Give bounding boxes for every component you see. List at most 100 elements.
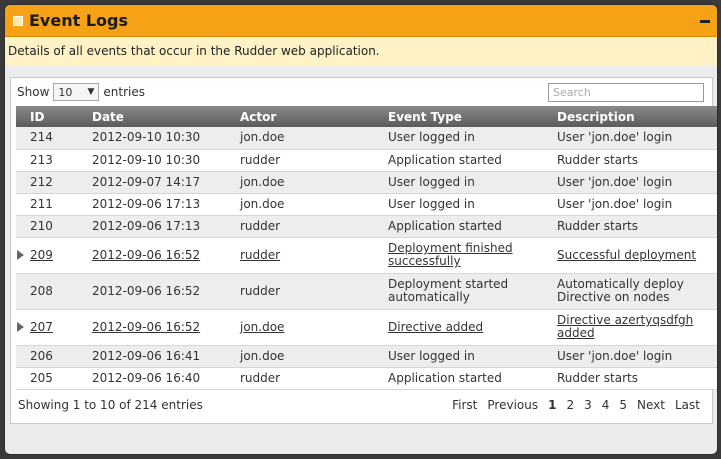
pagination-page-4[interactable]: 4 bbox=[597, 398, 615, 412]
cell-actor: jon.doe bbox=[240, 127, 388, 150]
table-row[interactable]: 209 2012-09-06 16:52 rudder Deployment fini… bbox=[16, 237, 717, 274]
cell-text: jon.doe bbox=[240, 348, 285, 363]
cell-text: 211 bbox=[30, 196, 53, 211]
triangle-right-icon[interactable] bbox=[17, 322, 24, 332]
table-header-row: ID Date Actor Event Type Description bbox=[16, 106, 717, 127]
table-row[interactable]: 207 2012-09-06 16:52 jon.doe Directive adde… bbox=[16, 309, 717, 346]
cell-text: User logged in bbox=[388, 130, 475, 145]
table-row: 212 2012-09-07 14:17 jon.doe User logged in… bbox=[16, 171, 717, 194]
bullet-icon bbox=[13, 15, 23, 26]
row-link[interactable]: rudder bbox=[240, 248, 280, 262]
cell-text: User 'jon.doe' login bbox=[557, 130, 673, 145]
cell-type: Directive added bbox=[388, 309, 557, 346]
pagination-page-1[interactable]: 1 bbox=[543, 398, 561, 412]
row-link[interactable]: Deployment finished successfully bbox=[388, 241, 513, 268]
cell-text: 2012-09-06 16:40 bbox=[92, 370, 201, 385]
cell-desc: Directive azertyqsdfgh added bbox=[557, 309, 717, 346]
cell-id: 213 bbox=[16, 149, 92, 172]
cell-date: 2012-09-06 16:52 bbox=[92, 273, 240, 310]
cell-date: 2012-09-06 16:40 bbox=[92, 367, 240, 390]
table-row: 211 2012-09-06 17:13 jon.doe User logged in… bbox=[16, 193, 717, 216]
cell-desc: Automatically deploy Directive on nodes bbox=[557, 273, 717, 310]
cell-text: 2012-09-06 16:52 bbox=[92, 283, 201, 298]
cell-id: 206 bbox=[16, 345, 92, 368]
table-row: 213 2012-09-10 10:30 rudder Application sta… bbox=[16, 149, 717, 172]
cell-text: User 'jon.doe' login bbox=[557, 196, 673, 211]
column-header-event-type[interactable]: Event Type bbox=[388, 106, 557, 127]
cell-type: Deployment started automatically bbox=[388, 273, 557, 310]
table-info: Showing 1 to 10 of 214 entries bbox=[18, 397, 203, 412]
length-control: Show 10 ▼ entries bbox=[17, 83, 145, 101]
column-header-id[interactable]: ID bbox=[16, 106, 92, 127]
cell-text: jon.doe bbox=[240, 196, 285, 211]
cell-desc: User 'jon.doe' login bbox=[557, 193, 717, 216]
cell-text: Application started bbox=[388, 218, 502, 233]
panel-description: Details of all events that occur in the … bbox=[5, 37, 717, 65]
entries-select[interactable]: 10 ▼ bbox=[53, 83, 100, 101]
cell-text: 205 bbox=[30, 370, 53, 385]
cell-type: Application started bbox=[388, 215, 557, 238]
cell-text: rudder bbox=[240, 218, 281, 233]
cell-id: 208 bbox=[16, 273, 92, 310]
cell-text: 2012-09-06 16:41 bbox=[92, 348, 201, 363]
event-log-table-container: Show 10 ▼ entries ID Date Actor Event Ty… bbox=[10, 77, 717, 424]
table-row: 210 2012-09-06 17:13 rudder Application sta… bbox=[16, 215, 717, 238]
row-link[interactable]: 209 bbox=[30, 248, 53, 262]
panel-title: Event Logs bbox=[29, 11, 128, 30]
cell-text: 2012-09-07 14:17 bbox=[92, 174, 201, 189]
pagination-previous[interactable]: Previous bbox=[482, 398, 543, 412]
row-link[interactable]: 207 bbox=[30, 320, 53, 334]
pagination-first[interactable]: First bbox=[447, 398, 482, 412]
pagination-page-5[interactable]: 5 bbox=[614, 398, 632, 412]
cell-id: 209 bbox=[16, 237, 92, 274]
cell-text: Rudder starts bbox=[557, 370, 638, 385]
row-link[interactable]: jon.doe bbox=[240, 320, 284, 334]
pagination-page-3[interactable]: 3 bbox=[579, 398, 597, 412]
cell-actor: rudder bbox=[240, 149, 388, 172]
cell-date: 2012-09-06 17:13 bbox=[92, 193, 240, 216]
cell-date: 2012-09-10 10:30 bbox=[92, 127, 240, 150]
panel-title-group: Event Logs bbox=[13, 11, 128, 30]
cell-date: 2012-09-06 17:13 bbox=[92, 215, 240, 238]
pagination-next[interactable]: Next bbox=[632, 398, 670, 412]
row-link[interactable]: Directive azertyqsdfgh added bbox=[557, 313, 693, 340]
search-input[interactable] bbox=[548, 82, 704, 102]
cell-text: User 'jon.doe' login bbox=[557, 348, 673, 363]
cell-text: Deployment started automatically bbox=[388, 277, 509, 304]
cell-type: User logged in bbox=[388, 127, 557, 150]
cell-desc: Successful deployment bbox=[557, 237, 717, 274]
row-link[interactable]: 2012-09-06 16:52 bbox=[92, 320, 200, 334]
event-logs-panel: Event Logs Details of all events that oc… bbox=[4, 4, 718, 455]
table-controls: Show 10 ▼ entries bbox=[11, 78, 712, 106]
column-header-actor[interactable]: Actor bbox=[240, 106, 388, 127]
cell-type: Application started bbox=[388, 149, 557, 172]
cell-text: User logged in bbox=[388, 196, 475, 211]
cell-desc: User 'jon.doe' login bbox=[557, 345, 717, 368]
triangle-right-icon[interactable] bbox=[17, 250, 24, 260]
cell-id: 211 bbox=[16, 193, 92, 216]
cell-text: 2012-09-06 17:13 bbox=[92, 196, 201, 211]
cell-text: Application started bbox=[388, 152, 502, 167]
column-header-date[interactable]: Date bbox=[92, 106, 240, 127]
table-row: 205 2012-09-06 16:40 rudder Application sta… bbox=[16, 367, 717, 390]
cell-id: 212 bbox=[16, 171, 92, 194]
row-link[interactable]: Successful deployment bbox=[557, 248, 696, 262]
cell-desc: Rudder starts bbox=[557, 215, 717, 238]
cell-text: 2012-09-06 17:13 bbox=[92, 218, 201, 233]
cell-text: 2012-09-10 10:30 bbox=[92, 130, 201, 145]
pagination-page-2[interactable]: 2 bbox=[561, 398, 579, 412]
cell-date: 2012-09-07 14:17 bbox=[92, 171, 240, 194]
cell-desc: Rudder starts bbox=[557, 367, 717, 390]
cell-actor: jon.doe bbox=[240, 193, 388, 216]
cell-desc: User 'jon.doe' login bbox=[557, 171, 717, 194]
cell-text: rudder bbox=[240, 283, 281, 298]
cell-id: 205 bbox=[16, 367, 92, 390]
row-link[interactable]: Directive added bbox=[388, 320, 483, 334]
table-row: 214 2012-09-10 10:30 jon.doe User logged in… bbox=[16, 127, 717, 150]
cell-text: rudder bbox=[240, 152, 281, 167]
row-link[interactable]: 2012-09-06 16:52 bbox=[92, 248, 200, 262]
panel-header: Event Logs bbox=[5, 5, 717, 37]
column-header-description[interactable]: Description bbox=[557, 106, 717, 127]
collapse-icon[interactable] bbox=[697, 14, 711, 28]
pagination-last[interactable]: Last bbox=[670, 398, 705, 412]
